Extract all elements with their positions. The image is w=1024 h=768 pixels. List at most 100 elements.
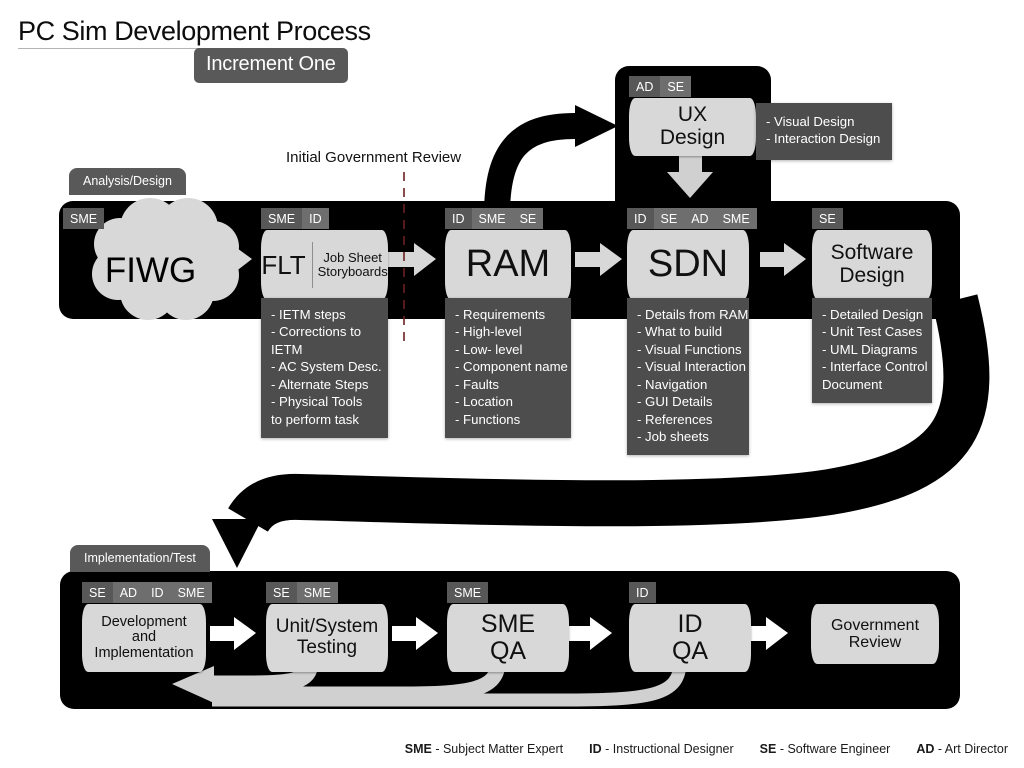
legend-item-se: SE - Software Engineer <box>760 742 891 756</box>
card-sdn-tags: ID SE AD SME <box>627 208 757 229</box>
legend-sep: - <box>776 742 788 756</box>
bullet: to perform task <box>271 411 359 427</box>
arrow-development-to-testing <box>210 617 256 650</box>
card-sme-qa[interactable]: SME SME QA <box>447 582 569 672</box>
card-ram-bullets: - Requirements - High-level - Low- level… <box>445 298 571 438</box>
role-tag-se: SE <box>512 208 544 229</box>
bullet: - GUI Details <box>637 394 713 410</box>
role-tag-se: SE <box>812 208 843 229</box>
bullet: - What to build <box>637 324 723 340</box>
diagram-canvas: PC Sim Development Process Increment One… <box>0 0 1024 768</box>
card-government-review-label: Government Review <box>830 616 920 651</box>
bullet: - IETM steps <box>271 307 346 322</box>
bullet: - Location <box>455 394 513 410</box>
arrow-ram-to-sdn <box>575 243 622 276</box>
bullet: - References <box>637 411 713 427</box>
card-ux-design-tags: AD SE <box>629 76 692 97</box>
bullet: - Visual Interaction <box>637 359 746 375</box>
role-tag-ad: AD <box>112 582 145 603</box>
legend-text: Art Director <box>944 742 1008 756</box>
role-tag-id: ID <box>445 208 472 229</box>
legend-text: Instructional Designer <box>612 742 734 756</box>
role-tag-se: SE <box>82 582 113 603</box>
bullet: - High-level <box>455 324 522 340</box>
curve-ram-to-ux-design <box>484 113 576 216</box>
bullet: - Navigation <box>637 376 708 392</box>
card-sdn[interactable]: ID SE AD SME SDN - Details from RAM - Wh… <box>627 208 757 456</box>
legend-sep: - <box>431 742 443 756</box>
card-id-qa-tags: ID <box>629 582 656 603</box>
card-ux-design-label: UX Design <box>659 103 726 149</box>
card-sme-qa-label: SME QA <box>480 610 536 665</box>
card-ux-design-body: UX Design <box>629 98 756 156</box>
card-ux-design[interactable]: AD SE UX Design <box>629 76 756 156</box>
role-tag-se: SE <box>653 208 685 229</box>
role-tag-sme: SME <box>170 582 212 603</box>
role-tag-se: SE <box>266 582 297 603</box>
card-software-design-label: Software Design <box>830 241 914 287</box>
legend-item-sme: SME - Subject Matter Expert <box>405 742 563 756</box>
card-fiwg-label: FIWG <box>104 251 197 290</box>
legend-sep: - <box>934 742 945 756</box>
arrow-flt-to-ram <box>388 243 436 276</box>
card-software-design-tags: SE <box>812 208 843 229</box>
card-unit-system-testing-body: Unit/System Testing <box>266 604 388 672</box>
card-flt[interactable]: SME ID FLT Job Sheet Storyboards - IETM … <box>261 208 388 438</box>
bullet: - Details from RAM <box>637 307 749 322</box>
arrowhead-to-ux-design <box>575 105 618 147</box>
card-sme-qa-tags: SME <box>447 582 489 603</box>
card-unit-system-testing-tags: SE SME <box>266 582 338 603</box>
bullet: IETM <box>271 341 303 357</box>
card-development-tags: SE AD ID SME <box>82 582 212 603</box>
bullet: - Visual Design <box>766 114 855 129</box>
role-tag-id: ID <box>629 582 656 603</box>
card-fiwg[interactable]: SME FIWG <box>63 208 238 313</box>
role-tag-id: ID <box>144 582 171 603</box>
bullet: - Low- level <box>455 341 523 357</box>
bullet: - Interface Control <box>822 359 928 375</box>
card-government-review[interactable]: Government Review <box>811 604 939 664</box>
bullet: - Unit Test Cases <box>822 324 923 340</box>
card-id-qa-body: ID QA <box>629 604 751 672</box>
bullet: - UML Diagrams <box>822 341 918 357</box>
arrow-testing-to-sme-qa <box>392 617 438 650</box>
card-ram-tags: ID SME SE <box>445 208 544 229</box>
role-tag-sme: SME <box>471 208 513 229</box>
card-unit-system-testing[interactable]: SE SME Unit/System Testing <box>266 582 388 672</box>
role-tag-id: ID <box>627 208 654 229</box>
role-tag-ad: AD <box>629 76 661 97</box>
legend-sep: - <box>601 742 613 756</box>
bullet: - Job sheets <box>637 428 709 444</box>
bullet: - Functions <box>455 411 521 427</box>
card-id-qa[interactable]: ID ID QA <box>629 582 751 672</box>
arrow-ux-to-sdn <box>667 156 713 198</box>
card-ux-design-bullets: - Visual Design - Interaction Design <box>756 103 892 160</box>
role-tag-sme: SME <box>63 208 105 229</box>
card-flt-bullets: - IETM steps - Corrections to IETM - AC … <box>261 298 388 438</box>
card-development[interactable]: SE AD ID SME Development and Implementat… <box>82 582 212 672</box>
bullet: - Alternate Steps <box>271 376 369 392</box>
role-tag-se: SE <box>660 76 692 97</box>
card-software-design-body: Software Design <box>812 230 932 300</box>
card-flt-tags: SME ID <box>261 208 329 229</box>
card-sme-qa-body: SME QA <box>447 604 569 672</box>
bullet: - Visual Functions <box>637 341 742 357</box>
arrowhead-to-implementation <box>212 519 262 568</box>
card-ram[interactable]: ID SME SE RAM - Requirements - High-leve… <box>445 208 571 438</box>
legend-text: Subject Matter Expert <box>442 742 564 756</box>
role-tag-sme: SME <box>261 208 303 229</box>
bullet: - Corrections to <box>271 324 362 340</box>
card-software-design[interactable]: SE Software Design - Detailed Design - U… <box>812 208 932 404</box>
legend: SME - Subject Matter Expert ID - Instruc… <box>0 742 1024 756</box>
card-flt-label: FLT <box>261 249 306 280</box>
card-fiwg-tags: SME <box>63 208 105 229</box>
bullet: - Interaction Design <box>766 131 881 147</box>
card-unit-system-testing-label: Unit/System Testing <box>275 616 379 658</box>
card-software-design-bullets: - Detailed Design - Unit Test Cases - UM… <box>812 298 932 404</box>
role-tag-sme: SME <box>296 582 338 603</box>
legend-abbr: SME <box>404 742 432 756</box>
legend-text: Software Engineer <box>787 742 891 756</box>
bullet: - Detailed Design <box>822 307 924 322</box>
card-flt-body: FLT Job Sheet Storyboards <box>261 230 388 300</box>
bullet: - Requirements <box>455 307 546 322</box>
